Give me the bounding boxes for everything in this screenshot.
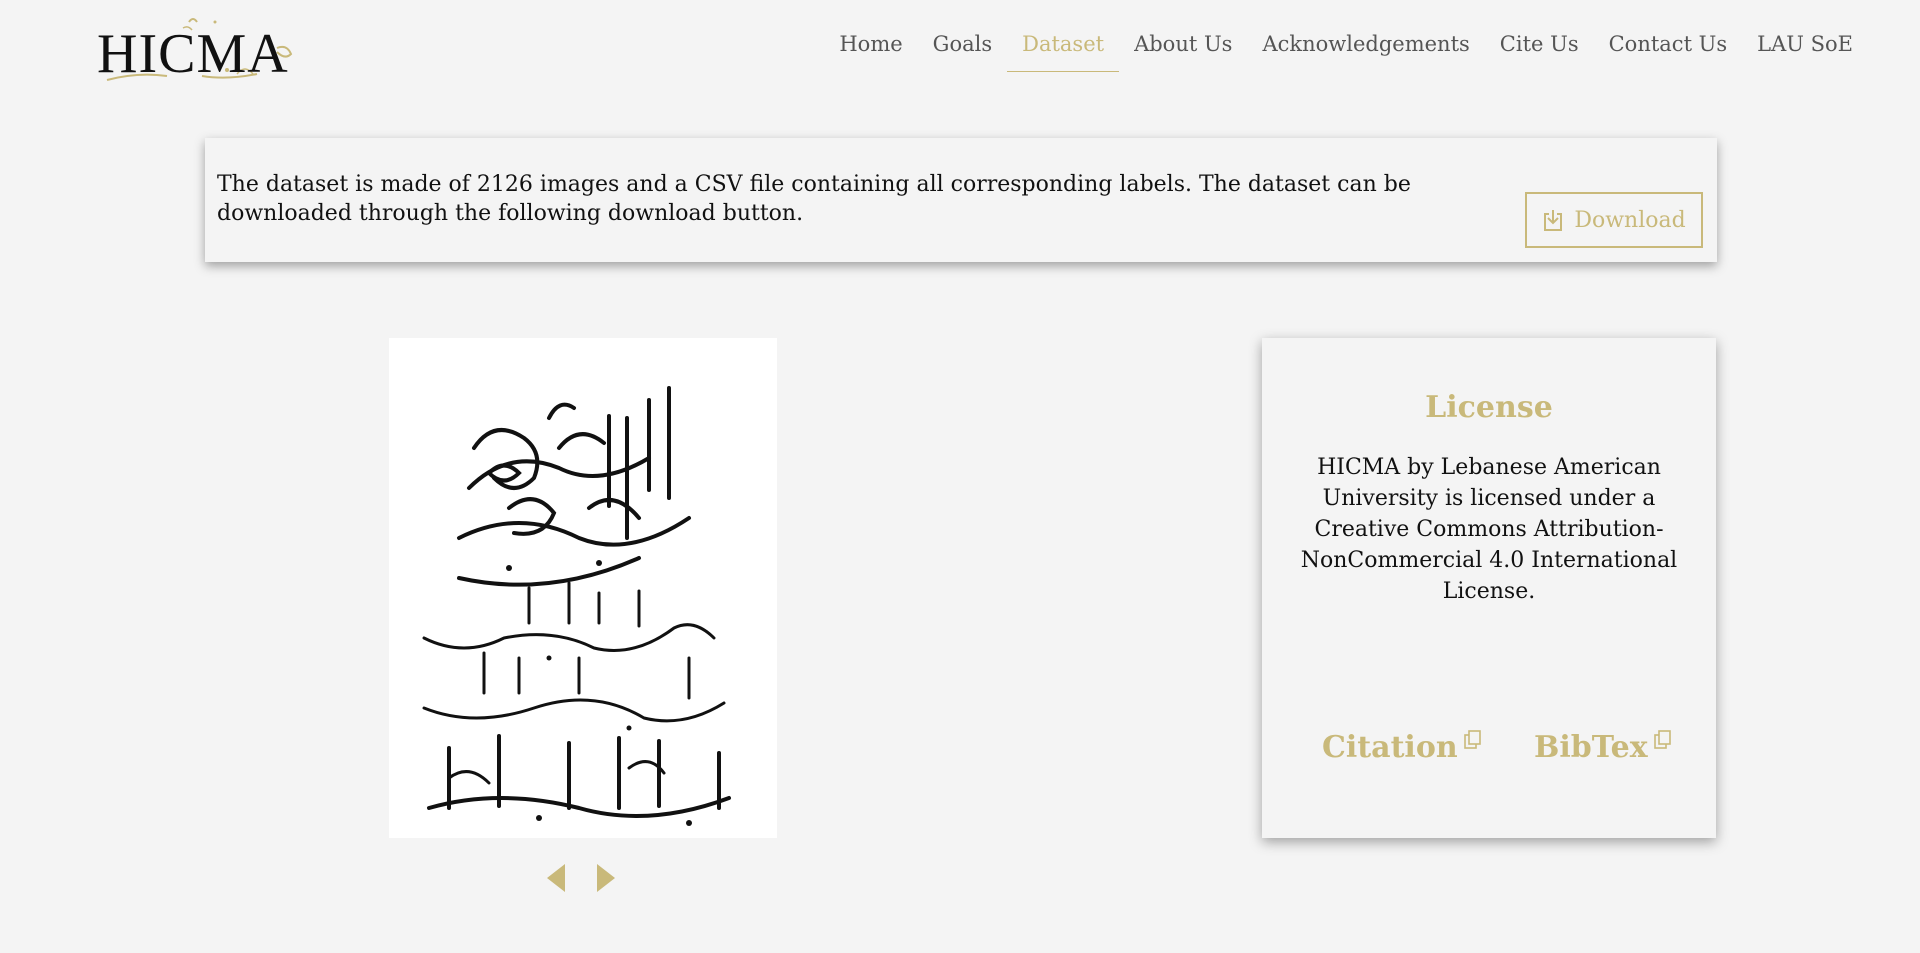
bibtex-link[interactable]: BibTex [1534, 730, 1672, 765]
logo-text: HICMA [97, 23, 289, 85]
download-button[interactable]: Download [1525, 192, 1703, 248]
caret-right-icon[interactable] [593, 862, 617, 894]
copy-icon[interactable] [1653, 730, 1672, 750]
calligraphy-artwork [422, 386, 731, 826]
nav-lau-soe[interactable]: LAU SoE [1742, 26, 1868, 72]
bibtex-label: BibTex [1534, 730, 1648, 765]
dataset-description: The dataset is made of 2126 images and a… [217, 172, 1411, 226]
license-title: License [1425, 390, 1553, 425]
nav-cite-us[interactable]: Cite Us [1485, 26, 1594, 72]
citation-label: Citation [1322, 730, 1458, 765]
nav-goals[interactable]: Goals [918, 26, 1007, 72]
citation-link[interactable]: Citation [1322, 730, 1482, 765]
nav-acknowledgements[interactable]: Acknowledgements [1247, 26, 1484, 72]
nav-dataset[interactable]: Dataset [1007, 26, 1120, 72]
nav-home[interactable]: Home [824, 26, 917, 72]
main-nav: Home Goals Dataset About Us Acknowledgem… [824, 26, 1868, 72]
download-label: Download [1574, 207, 1686, 233]
license-card: License HICMA by Lebanese American Unive… [1262, 338, 1716, 838]
caret-left-icon[interactable] [545, 862, 569, 894]
carousel-controls [545, 862, 617, 894]
dataset-info-card: The dataset is made of 2126 images and a… [205, 138, 1717, 262]
nav-contact-us[interactable]: Contact Us [1594, 26, 1743, 72]
copy-icon[interactable] [1463, 730, 1482, 750]
download-icon [1544, 210, 1563, 231]
nav-about-us[interactable]: About Us [1119, 26, 1247, 72]
logo[interactable]: HICMA [97, 8, 302, 88]
calligraphy-image [389, 338, 777, 838]
license-text: HICMA by Lebanese American University is… [1300, 455, 1678, 604]
